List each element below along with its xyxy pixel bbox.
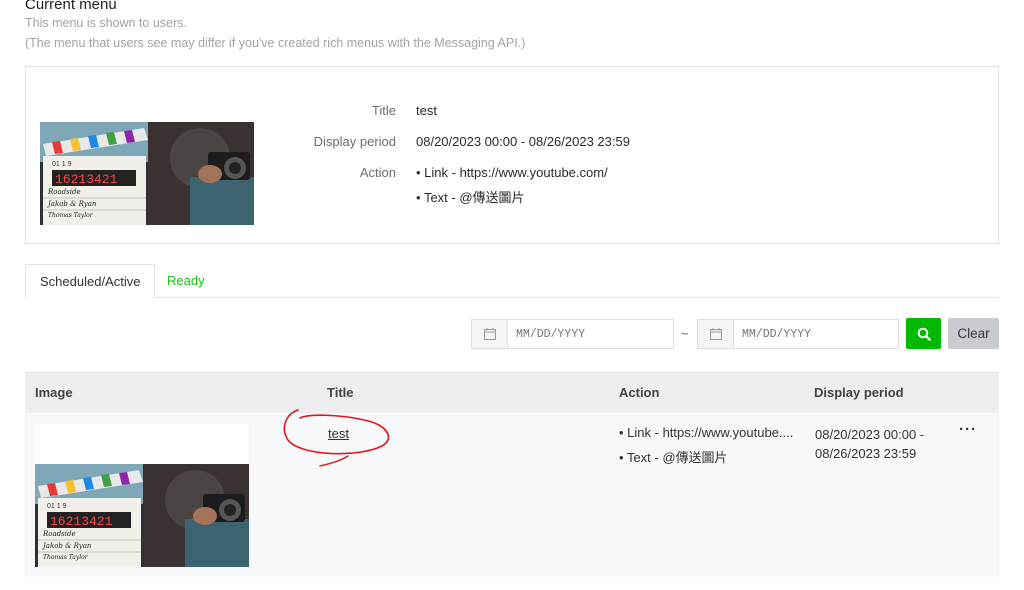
svg-text:01 1 9: 01 1 9 bbox=[52, 161, 72, 168]
row-actions: • Link - https://www.youtube.... • Text … bbox=[619, 425, 793, 473]
svg-text:16213421: 16213421 bbox=[55, 172, 118, 187]
search-button[interactable] bbox=[906, 318, 941, 349]
action-label: Action bbox=[359, 165, 396, 180]
table-header: Image Title Action Display period bbox=[25, 372, 999, 413]
column-header-display-period: Display period bbox=[814, 385, 904, 400]
clear-button[interactable]: Clear bbox=[948, 318, 999, 349]
svg-text:Thomas Taylor: Thomas Taylor bbox=[43, 554, 89, 561]
title-label: Title bbox=[371, 103, 396, 118]
svg-text:Jakob & Ryan: Jakob & Ryan bbox=[46, 200, 97, 208]
row-display-period: 08/20/2023 00:00 - 08/26/2023 23:59 bbox=[815, 427, 925, 461]
current-menu-thumbnail: 16213421 01 1 9 Roadside Jakob & Ryan Th… bbox=[40, 122, 254, 225]
page-note: (The menu that users see may differ if y… bbox=[25, 36, 526, 50]
start-date-field bbox=[471, 319, 674, 349]
title-value: test bbox=[416, 103, 437, 118]
svg-text:Roadside: Roadside bbox=[42, 530, 76, 538]
search-icon bbox=[917, 327, 931, 341]
page-subtitle: This menu is shown to users. bbox=[25, 16, 187, 30]
tab-scheduled-active[interactable]: Scheduled/Active bbox=[25, 264, 156, 299]
table-row: 16213421 01 1 9 Roadside Jakob & Ryan Th… bbox=[25, 413, 999, 577]
svg-text:16213421: 16213421 bbox=[50, 514, 113, 529]
start-date-input[interactable] bbox=[508, 320, 668, 348]
page-title: Current menu bbox=[25, 0, 117, 13]
column-header-action: Action bbox=[619, 385, 660, 400]
column-header-image: Image bbox=[35, 385, 73, 400]
tab-ready[interactable]: Ready bbox=[153, 264, 219, 299]
row-image: 16213421 01 1 9 Roadside Jakob & Ryan Th… bbox=[35, 424, 249, 567]
date-range-separator: ~ bbox=[681, 326, 689, 341]
row-action-text: • Text - @傳送圖片 bbox=[619, 450, 728, 465]
end-date-input[interactable] bbox=[734, 320, 894, 348]
svg-text:Thomas Taylor: Thomas Taylor bbox=[48, 212, 94, 219]
svg-text:Roadside: Roadside bbox=[47, 188, 81, 196]
rich-menu-table: Image Title Action Display period 162134… bbox=[25, 372, 999, 577]
status-tabs: Scheduled/Active Ready bbox=[25, 264, 999, 299]
calendar-icon[interactable] bbox=[472, 320, 508, 348]
column-header-title: Title bbox=[327, 385, 354, 400]
more-options-icon[interactable]: ··· bbox=[959, 421, 977, 438]
svg-text:Jakob & Ryan: Jakob & Ryan bbox=[41, 542, 92, 550]
current-menu-card: 16213421 01 1 9 Roadside Jakob & Ryan Th… bbox=[25, 66, 999, 244]
row-title-link[interactable]: test bbox=[328, 426, 349, 441]
row-action-link: • Link - https://www.youtube.... bbox=[619, 425, 794, 440]
calendar-icon[interactable] bbox=[698, 320, 734, 348]
svg-text:01 1 9: 01 1 9 bbox=[47, 503, 67, 510]
display-period-value: 08/20/2023 00:00 - 08/26/2023 23:59 bbox=[416, 134, 630, 149]
display-period-label: Display period bbox=[313, 134, 396, 149]
end-date-field bbox=[697, 319, 899, 349]
action-item-text: • Text - @傳送圖片 bbox=[416, 190, 525, 205]
action-item-link: • Link - https://www.youtube.com/ bbox=[416, 165, 608, 180]
